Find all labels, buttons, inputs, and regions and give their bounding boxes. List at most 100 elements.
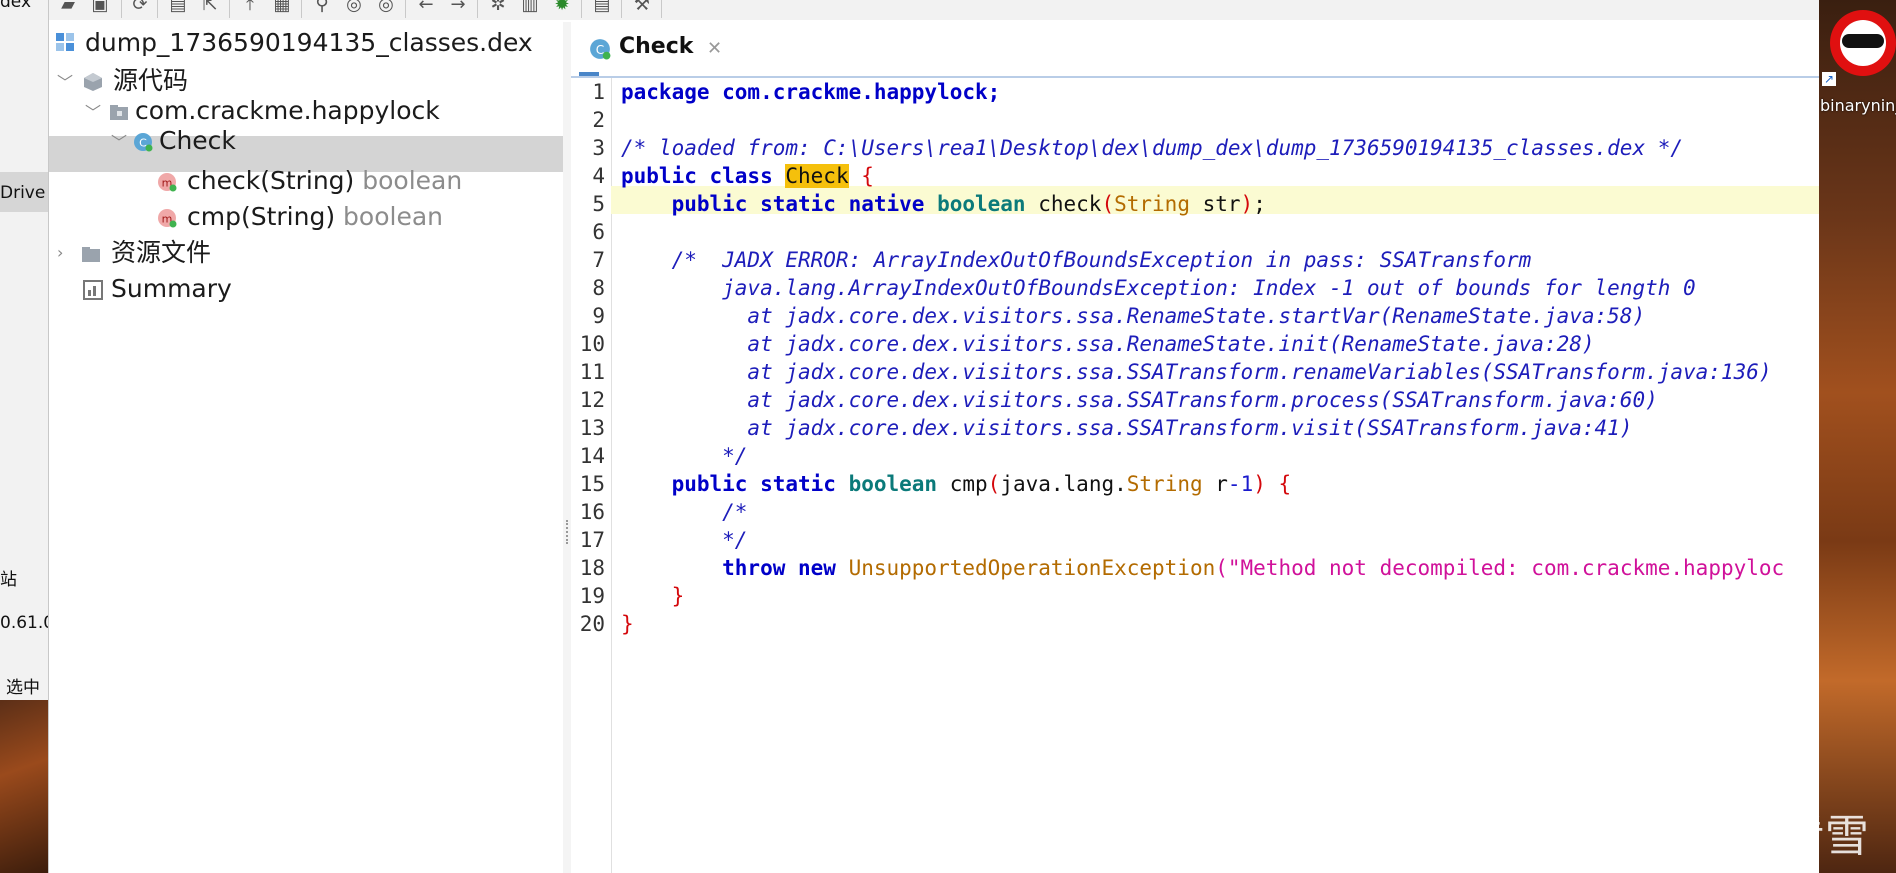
search-usage-icon[interactable]: ◎ xyxy=(375,0,397,16)
open-icon[interactable]: ▰ xyxy=(57,0,79,16)
sync-icon[interactable]: ⟳ xyxy=(129,0,151,16)
code-area[interactable]: 1 2 3 4 5 6 7 8 9 10 11 12 13 14 15 16 1… xyxy=(571,78,1819,873)
dex-file-icon xyxy=(56,33,74,51)
code-paren: ( xyxy=(987,472,1001,496)
code-keyword: public class xyxy=(621,164,786,188)
chevron-right-icon[interactable]: › xyxy=(57,236,63,270)
toolbar-separator xyxy=(229,0,230,18)
toolbar-separator xyxy=(581,0,582,18)
tab-check[interactable]: C Check ✕ xyxy=(579,24,722,76)
grid-icon[interactable]: ▦ xyxy=(271,0,293,16)
code-method-name[interactable]: cmp xyxy=(937,472,988,496)
method-name: check(String) xyxy=(187,166,355,195)
line-number: 18 xyxy=(579,556,605,580)
line-number: 4 xyxy=(592,164,605,188)
line-number: 12 xyxy=(579,388,605,412)
line-number: 6 xyxy=(592,220,605,244)
toolbar: ▰ ▣ ⟳ ▤ ⇱ ⤒ ▦ ⚲ ◎ ◎ ← → ✲ ▥ ✹ ▤ ⚒ xyxy=(49,0,1819,20)
highlighted-class-name[interactable]: Check xyxy=(785,164,849,188)
debug-icon[interactable]: ✹ xyxy=(551,0,573,16)
tree-item-method[interactable]: check(String) boolean xyxy=(187,164,462,198)
method-icon: m xyxy=(158,209,177,228)
line-number: 5 xyxy=(592,192,605,216)
method-name: cmp(String) xyxy=(187,202,336,231)
code-line-comment: /* JADX ERROR: ArrayIndexOutOfBoundsExce… xyxy=(621,248,1532,272)
toolbar-separator xyxy=(301,0,302,18)
add-file-icon[interactable]: ▣ xyxy=(89,0,111,16)
jadx-window: ▰ ▣ ⟳ ▤ ⇱ ⤒ ▦ ⚲ ◎ ◎ ← → ✲ ▥ ✹ ▤ ⚒ dump_1… xyxy=(48,0,1819,873)
upload-icon[interactable]: ⤒ xyxy=(239,0,261,16)
export-icon[interactable]: ⇱ xyxy=(199,0,221,16)
chevron-down-icon[interactable]: ﹀ xyxy=(85,96,101,130)
binaryninja-app-icon[interactable] xyxy=(1830,10,1896,76)
tree-item-summary[interactable]: Summary xyxy=(111,272,232,306)
line-number: 14 xyxy=(579,444,605,468)
code-type: boolean xyxy=(937,192,1026,216)
line-number: 11 xyxy=(579,360,605,384)
line-number: 8 xyxy=(592,276,605,300)
code-text: package com.crackme.happylock; xyxy=(621,80,1001,104)
toolbar-separator xyxy=(477,0,478,18)
code-keyword: public static xyxy=(621,472,849,496)
line-number: 7 xyxy=(592,248,605,272)
code-keyword: public static native xyxy=(621,192,938,216)
class-icon: C xyxy=(590,39,611,60)
chevron-down-icon[interactable]: ﹀ xyxy=(111,126,127,160)
tree-item-resources[interactable]: 资源文件 xyxy=(111,236,211,270)
desktop-icon-label[interactable]: binaryninja xyxy=(1820,96,1896,115)
code-type: UnsupportedOperationException xyxy=(848,556,1216,580)
code-method-name[interactable]: check xyxy=(1026,192,1101,216)
close-icon[interactable]: ✕ xyxy=(707,38,722,59)
code-line-comment: at jadx.core.dex.visitors.ssa.RenameStat… xyxy=(621,332,1595,356)
log-icon[interactable]: ▥ xyxy=(519,0,541,16)
toolbar-separator xyxy=(405,0,406,18)
back-icon[interactable]: ← xyxy=(415,0,437,16)
tree-item-class-check[interactable]: Check xyxy=(159,124,236,158)
code-line-comment: at jadx.core.dex.visitors.ssa.RenameStat… xyxy=(621,304,1646,328)
code-line-comment: */ xyxy=(621,444,748,468)
save-icon[interactable]: ▤ xyxy=(167,0,189,16)
code-text: ; xyxy=(1253,192,1266,216)
settings-icon[interactable]: ⚒ xyxy=(631,0,653,16)
deobf-icon[interactable]: ✲ xyxy=(487,0,509,16)
tree-item-package[interactable]: com.crackme.happylock xyxy=(135,94,440,128)
desktop-wallpaper xyxy=(0,700,48,873)
method-return-type: boolean xyxy=(343,202,443,231)
code-brace: } xyxy=(621,584,685,608)
code-line-comment: at jadx.core.dex.visitors.ssa.SSATransfo… xyxy=(621,416,1633,440)
summary-icon xyxy=(83,280,103,300)
code-number: -1 xyxy=(1227,472,1254,496)
toolbar-separator xyxy=(621,0,622,18)
search-class-icon[interactable]: ◎ xyxy=(343,0,365,16)
code-line: public class Check { xyxy=(621,164,874,188)
forward-icon[interactable]: → xyxy=(447,0,469,16)
code-brace: { xyxy=(848,164,874,188)
editor-tab-bar: C Check ✕ xyxy=(571,22,1819,78)
splitter-grip-icon xyxy=(566,520,570,544)
line-number: 13 xyxy=(579,416,605,440)
code-line: package com.crackme.happylock; xyxy=(621,80,1000,104)
notes-icon[interactable]: ▤ xyxy=(591,0,613,16)
code-paren: ( xyxy=(1101,192,1115,216)
background-label: dex xyxy=(0,0,32,12)
search-icon[interactable]: ⚲ xyxy=(311,0,333,16)
line-number: 16 xyxy=(579,500,605,524)
tree-item-source-code[interactable]: 源代码 xyxy=(113,64,188,98)
chevron-down-icon[interactable]: ﹀ xyxy=(57,66,73,100)
code-arg: str xyxy=(1189,192,1241,216)
code-type: boolean xyxy=(848,472,938,496)
code-brace: } xyxy=(621,612,634,636)
resources-folder-icon xyxy=(82,247,100,262)
toolbar-separator xyxy=(121,0,122,18)
icon-mask xyxy=(1842,34,1884,48)
code-line: public static native boolean check(Strin… xyxy=(621,192,1266,216)
toolbar-separator xyxy=(157,0,158,18)
background-window: dex Drive 站 0.61.0_ 选中 xyxy=(0,0,48,873)
line-number: 19 xyxy=(579,584,605,608)
tree-root-dex[interactable]: dump_1736590194135_classes.dex xyxy=(85,26,533,60)
tree-item-method[interactable]: cmp(String) boolean xyxy=(187,200,443,234)
code-keyword: throw new xyxy=(621,556,849,580)
class-icon: C xyxy=(134,133,153,152)
panel-splitter[interactable] xyxy=(563,22,571,873)
code-type: String xyxy=(1114,192,1190,216)
